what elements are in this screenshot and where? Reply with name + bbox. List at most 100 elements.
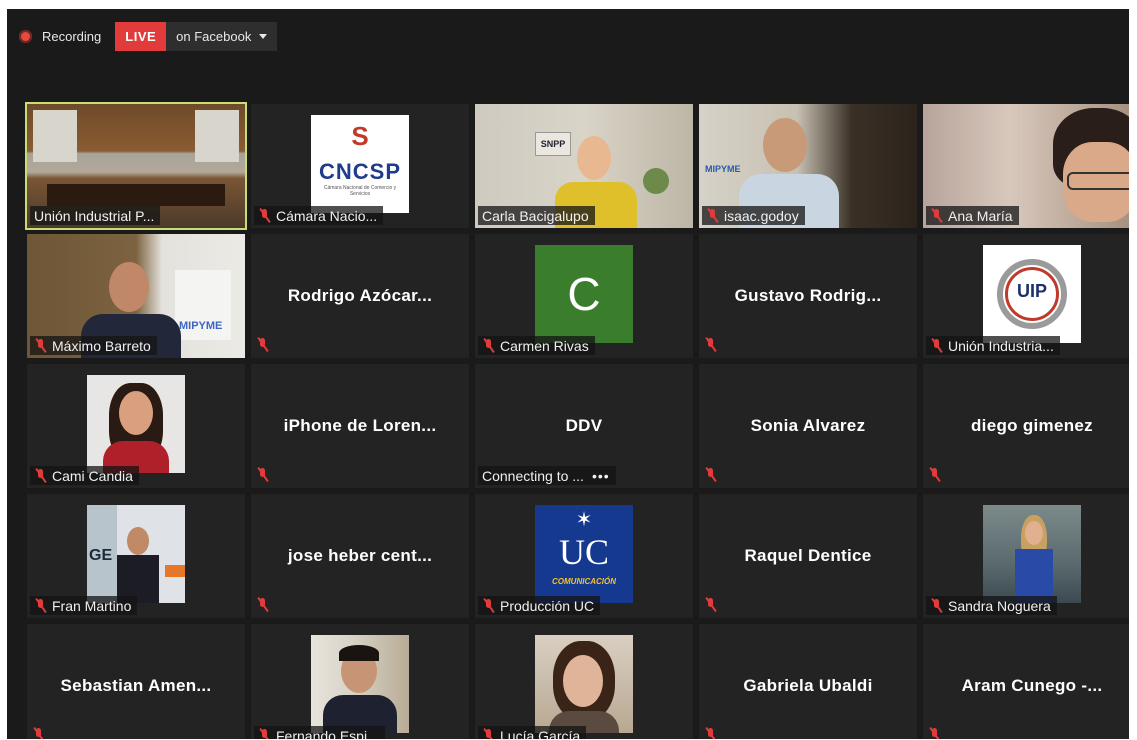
participant-display-name: iPhone de Loren...: [283, 416, 437, 435]
recording-label: Recording: [42, 28, 102, 44]
uc-logo: ✶ UC COMUNICACIÓN: [535, 505, 633, 603]
video-tile-sebastian-amen[interactable]: Sebastian Amen...: [27, 624, 245, 739]
participant-name: Unión Industria...: [948, 337, 1054, 354]
muted-mic-icon: [706, 208, 719, 223]
participant-display-name: Gabriela Ubaldi: [743, 676, 873, 695]
connection-status-tag: Connecting to ... •••: [478, 466, 616, 485]
profile-photo: [983, 505, 1081, 603]
video-tile-sonia-alvarez[interactable]: Sonia Alvarez: [699, 364, 917, 488]
logo-subtitle: COMUNICACIÓN: [552, 577, 616, 586]
muted-mic-icon: [34, 468, 47, 483]
muted-mic-icon: [704, 727, 717, 739]
participant-display-name: Aram Cunego -...: [961, 676, 1103, 695]
video-tile-sandra-noguera[interactable]: Sandra Noguera: [923, 494, 1129, 618]
person-head: [109, 262, 149, 312]
participant-display-name: Gustavo Rodrig...: [734, 286, 882, 305]
person-face: [1025, 521, 1043, 545]
meeting-window: Recording LIVE on Facebook Unión Industr…: [7, 9, 1129, 739]
logo-text: UIP: [1016, 281, 1047, 301]
video-tile-iphone-lorena[interactable]: iPhone de Loren...: [251, 364, 469, 488]
video-tile-diego-gimenez[interactable]: diego gimenez: [923, 364, 1129, 488]
participant-display-name: Raquel Dentice: [744, 546, 872, 565]
participant-name-tag: Carla Bacigalupo: [478, 206, 595, 225]
muted-mic-icon: [928, 727, 941, 739]
person-head: [763, 118, 807, 172]
video-tile-fernando-espi[interactable]: Fernando Espi...: [251, 624, 469, 739]
video-tile-isaac-godoy[interactable]: MIPYME isaac.godoy: [699, 104, 917, 228]
profile-photo: GE: [87, 505, 185, 603]
wall-screen-left: [33, 110, 77, 162]
video-tile-cami-candia[interactable]: Cami Candia: [27, 364, 245, 488]
muted-mic-icon: [256, 467, 269, 482]
person-face: [563, 655, 603, 707]
muted-mic-icon: [930, 598, 943, 613]
video-tile-raquel-dentice[interactable]: Raquel Dentice: [699, 494, 917, 618]
cncsp-logo: S CNCSP Cámara Nacional de Comercio y Se…: [311, 115, 409, 213]
logo-subtitle: Cámara Nacional de Comercio y Servicios: [323, 185, 397, 197]
video-tile-jose-heber[interactable]: jose heber cent...: [251, 494, 469, 618]
mipyme-banner: MIPYME: [705, 164, 741, 174]
profile-photo: [535, 635, 633, 733]
star-icon: ✶: [575, 509, 593, 531]
participant-name: Carla Bacigalupo: [482, 207, 589, 224]
more-options-icon[interactable]: •••: [592, 468, 610, 484]
video-tile-union-industrial[interactable]: Unión Industrial P...: [25, 102, 247, 230]
event-banner-text: GE: [89, 547, 113, 564]
participant-display-name: jose heber cent...: [287, 546, 433, 565]
muted-mic-icon: [930, 338, 943, 353]
video-tile-gustavo-rodriguez[interactable]: Gustavo Rodrig...: [699, 234, 917, 358]
muted-mic-icon: [258, 728, 271, 739]
video-tile-rodrigo-azocar[interactable]: Rodrigo Azócar...: [251, 234, 469, 358]
participant-display-name: Sonia Alvarez: [750, 416, 866, 435]
participant-name: Máximo Barreto: [52, 337, 151, 354]
muted-mic-icon: [34, 338, 47, 353]
person-face: [119, 391, 153, 435]
profile-photo: [87, 375, 185, 473]
participant-name: Cámara Nacio...: [276, 207, 378, 224]
wall-screen-right: [195, 110, 239, 162]
muted-mic-icon: [704, 467, 717, 482]
person-hair: [339, 645, 379, 661]
participant-name-tag: Máximo Barreto: [30, 336, 157, 355]
plant: [643, 168, 669, 194]
panel-table: [47, 184, 225, 206]
profile-photo: [311, 635, 409, 733]
video-tile-carla-bacigalupo[interactable]: SNPP Carla Bacigalupo: [475, 104, 693, 228]
person-head: [577, 136, 611, 180]
caret-down-icon: [259, 33, 268, 39]
video-tile-gabriela-ubaldi[interactable]: Gabriela Ubaldi: [699, 624, 917, 739]
participant-display-name: Sebastian Amen...: [60, 676, 212, 695]
participant-name-tag: Sandra Noguera: [926, 596, 1057, 615]
participant-display-name: DDV: [565, 416, 603, 435]
uip-logo: UIP: [983, 245, 1081, 343]
video-tile-produccion-uc[interactable]: ✶ UC COMUNICACIÓN Producción UC: [475, 494, 693, 618]
video-tile-carmen-rivas[interactable]: C Carmen Rivas: [475, 234, 693, 358]
muted-mic-icon: [704, 337, 717, 352]
muted-mic-icon: [256, 337, 269, 352]
video-tile-ddv[interactable]: DDV Connecting to ... •••: [475, 364, 693, 488]
muted-mic-icon: [482, 338, 495, 353]
video-tile-maximo-barreto[interactable]: MIPYME Máximo Barreto: [27, 234, 245, 358]
live-destination-dropdown[interactable]: on Facebook: [166, 21, 278, 51]
live-badge[interactable]: LIVE: [115, 21, 167, 51]
participant-display-name: Rodrigo Azócar...: [287, 286, 433, 305]
video-tile-aram-cunego[interactable]: Aram Cunego -...: [923, 624, 1129, 739]
video-tile-union-industrial-2[interactable]: UIP Unión Industria...: [923, 234, 1129, 358]
mipyme-banner: MIPYME: [179, 320, 223, 332]
person-body: [1015, 549, 1053, 603]
participant-name-tag: isaac.godoy: [702, 206, 805, 225]
cncsp-emblem-icon: S: [351, 121, 369, 151]
video-tile-fran-martino[interactable]: GE Fran Martino: [27, 494, 245, 618]
video-tile-ana-maria[interactable]: Ana María: [923, 104, 1129, 228]
avatar: C: [535, 245, 633, 343]
participant-name-tag: Cami Candia: [30, 466, 139, 485]
video-tile-camara-nacional[interactable]: S CNCSP Cámara Nacional de Comercio y Se…: [251, 104, 469, 228]
video-tile-lucia-garcia[interactable]: Lucía García: [475, 624, 693, 739]
participant-name: Producción UC: [500, 597, 595, 614]
participant-name-tag: Producción UC: [478, 596, 601, 615]
participant-name: Cami Candia: [52, 467, 133, 484]
participant-name: isaac.godoy: [724, 207, 799, 224]
participant-name-tag: Fran Martino: [30, 596, 138, 615]
glasses: [1067, 172, 1129, 190]
muted-mic-icon: [34, 598, 47, 613]
